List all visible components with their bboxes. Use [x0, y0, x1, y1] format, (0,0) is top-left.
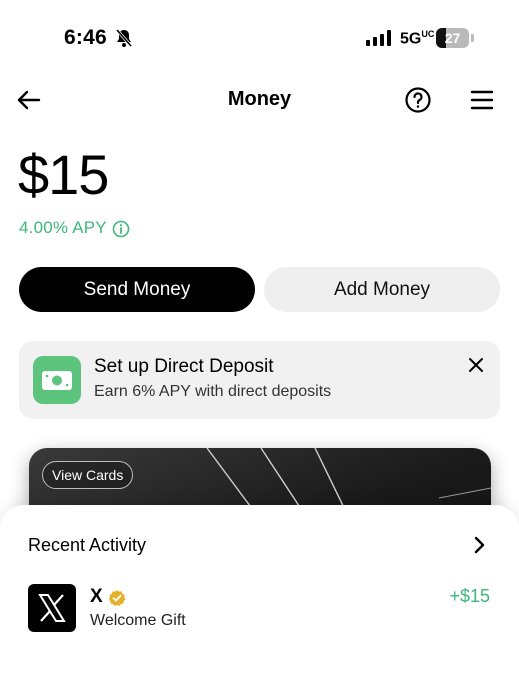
recent-activity-title: Recent Activity: [28, 535, 147, 555]
activity-merchant-name: X: [90, 586, 103, 607]
activity-amount: +$15: [449, 586, 490, 606]
x-logo-icon: [28, 584, 76, 632]
direct-deposit-banner[interactable]: [19, 341, 500, 419]
cash-icon-graphic: [42, 371, 72, 390]
close-icon[interactable]: [467, 356, 485, 374]
promo-title: Set up Direct Deposit: [94, 356, 274, 377]
promo-subtitle: Earn 6% APY with direct deposits: [94, 383, 332, 400]
activity-description: Welcome Gift: [90, 612, 186, 629]
status-time: 6:46: [64, 26, 107, 49]
cash-icon: [33, 356, 81, 404]
balance-amount: $15: [18, 143, 109, 206]
add-money-button[interactable]: Add Money: [264, 267, 500, 312]
info-icon[interactable]: [112, 220, 130, 238]
help-icon[interactable]: [404, 86, 432, 114]
battery-icon: 27: [436, 28, 474, 48]
send-money-button[interactable]: Send Money: [19, 267, 255, 312]
battery-level: 27: [444, 30, 461, 46]
page-title: Money: [227, 88, 292, 110]
menu-icon[interactable]: [470, 88, 494, 112]
view-cards-button[interactable]: View Cards: [42, 461, 134, 489]
apy-label: 4.00% APY: [19, 218, 107, 237]
chevron-right-icon[interactable]: [470, 535, 488, 555]
signal-icon: [366, 30, 391, 46]
verified-badge-icon: [108, 590, 126, 606]
bell-muted-icon: [115, 29, 133, 47]
network-indicator: 5GUC: [400, 29, 435, 48]
x-logo-graphic: [38, 594, 66, 622]
